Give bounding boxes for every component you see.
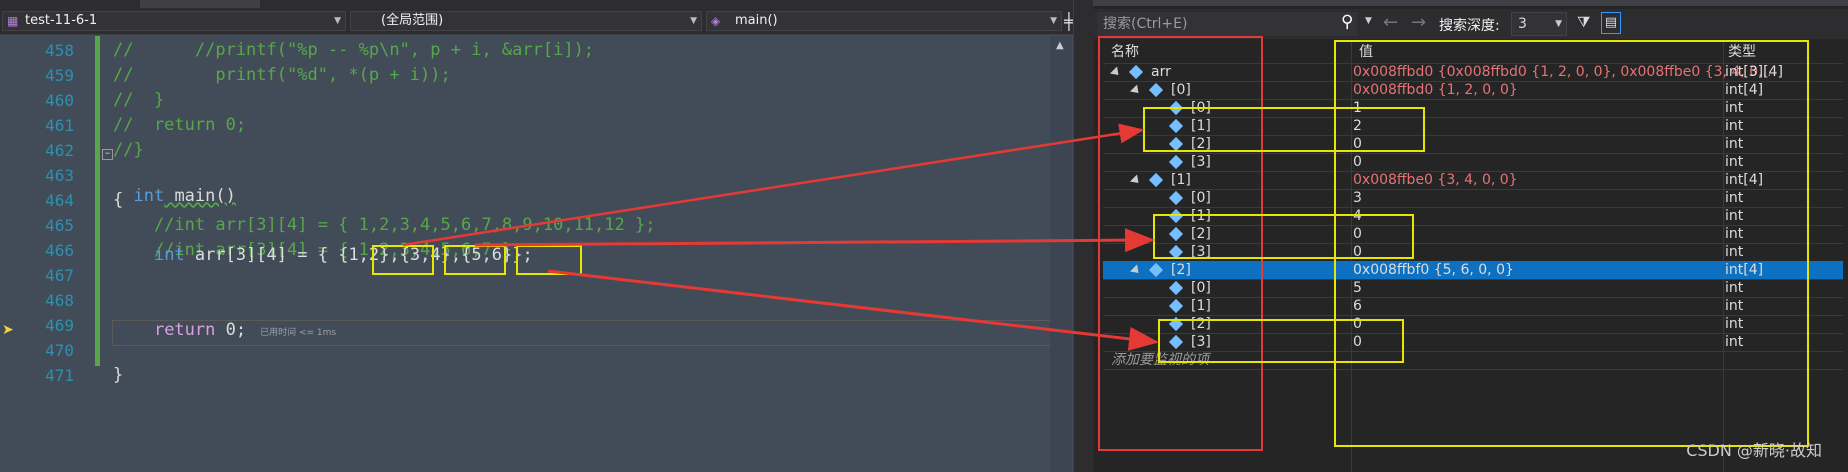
- watermark: CSDN @新晓·故知: [1686, 441, 1822, 460]
- annotation-arrows: [402, 123, 1159, 351]
- arrow-group2: [547, 269, 1159, 351]
- arrow-group1: [474, 228, 1155, 253]
- arrow-group0: [402, 123, 1145, 247]
